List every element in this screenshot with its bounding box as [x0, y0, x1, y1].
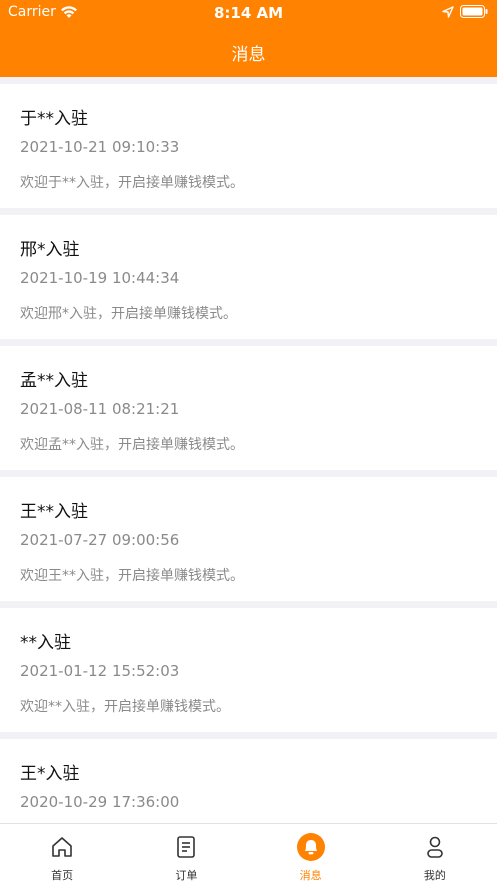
message-card[interactable]: 王*入驻 2020-10-29 17:36:00	[0, 739, 497, 823]
message-card[interactable]: 于**入驻 2021-10-21 09:10:33 欢迎于**入驻，开启接单赚钱…	[0, 84, 497, 208]
battery-icon	[460, 5, 488, 18]
tab-profile[interactable]: 我的	[373, 824, 497, 883]
tab-orders[interactable]: 订单	[124, 824, 248, 883]
message-list[interactable]: 于**入驻 2021-10-21 09:10:33 欢迎于**入驻，开启接单赚钱…	[0, 77, 497, 823]
message-time: 2021-08-11 08:21:21	[20, 400, 180, 418]
message-title: 王**入驻	[20, 502, 88, 522]
bell-icon	[296, 833, 325, 861]
tab-label: 首页	[51, 869, 74, 882]
message-title: 王*入驻	[20, 764, 80, 784]
message-time: 2021-10-19 10:44:34	[20, 269, 180, 287]
message-title: **入驻	[20, 633, 71, 653]
orders-icon	[177, 836, 196, 858]
message-body: 欢迎于**入驻，开启接单赚钱模式。	[20, 175, 244, 191]
message-body: 欢迎邢*入驻，开启接单赚钱模式。	[20, 306, 237, 322]
message-card[interactable]: 王**入驻 2021-07-27 09:00:56 欢迎王**入驻，开启接单赚钱…	[0, 477, 497, 601]
profile-icon	[427, 836, 443, 858]
message-time: 2021-10-21 09:10:33	[20, 138, 180, 156]
tab-label: 消息	[299, 869, 322, 882]
tab-label: 我的	[423, 869, 446, 882]
message-title: 于**入驻	[20, 109, 88, 129]
tab-label: 订单	[175, 869, 198, 882]
status-bar: Carrier 8:14 AM	[0, 0, 497, 26]
page-title: 消息	[231, 45, 266, 65]
message-body: 欢迎王**入驻，开启接单赚钱模式。	[20, 568, 244, 584]
home-icon	[52, 837, 72, 857]
status-time: 8:14 AM	[213, 4, 284, 22]
message-card[interactable]: 邢*入驻 2021-10-19 10:44:34 欢迎邢*入驻，开启接单赚钱模式…	[0, 215, 497, 339]
location-arrow-icon	[442, 6, 454, 18]
message-time: 2021-01-12 15:52:03	[20, 662, 180, 680]
message-time: 2021-07-27 09:00:56	[20, 531, 180, 549]
message-title: 孟**入驻	[20, 371, 88, 391]
message-time: 2020-10-29 17:36:00	[20, 793, 180, 811]
header: Carrier 8:14 AM 消息	[0, 0, 497, 77]
message-body: 欢迎孟**入驻，开启接单赚钱模式。	[20, 437, 244, 453]
tab-bar: 首页 订单 消息 我的	[0, 823, 497, 883]
message-card[interactable]: 孟**入驻 2021-08-11 08:21:21 欢迎孟**入驻，开启接单赚钱…	[0, 346, 497, 470]
message-card[interactable]: **入驻 2021-01-12 15:52:03 欢迎**入驻，开启接单赚钱模式…	[0, 608, 497, 732]
tab-messages[interactable]: 消息	[249, 824, 373, 883]
tab-home[interactable]: 首页	[0, 824, 124, 883]
message-body: 欢迎**入驻，开启接单赚钱模式。	[20, 699, 230, 715]
message-title: 邢*入驻	[20, 240, 80, 260]
